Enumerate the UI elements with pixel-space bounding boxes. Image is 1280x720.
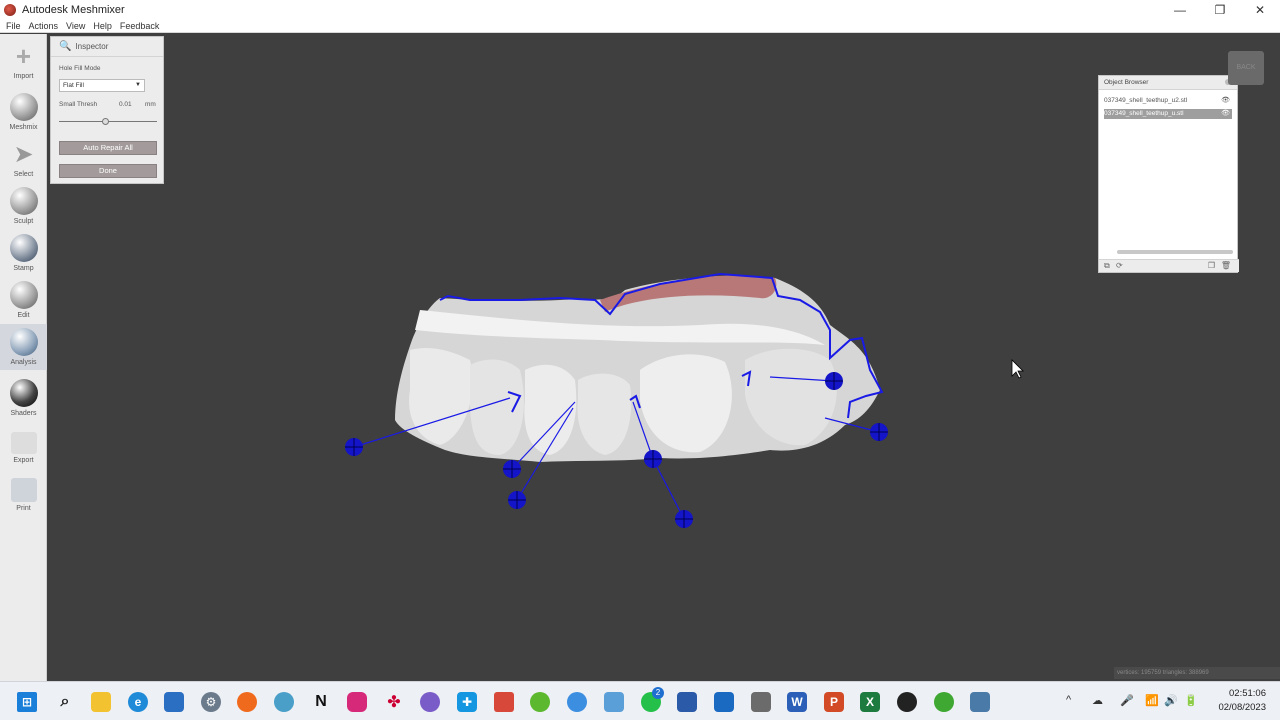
hole-marker[interactable] — [508, 491, 526, 509]
speaker-icon[interactable]: 🔊 — [1164, 694, 1178, 707]
hole-marker[interactable] — [503, 460, 521, 478]
cloud-icon[interactable] — [567, 692, 587, 712]
tool-print[interactable]: Print — [0, 473, 47, 519]
auto-repair-all-button[interactable]: Auto Repair All — [59, 141, 157, 155]
meshmix-icon — [9, 93, 38, 121]
inspector-panel: 🔍 Inspector Hole Fill Mode Flat Fill ▼ S… — [50, 36, 164, 184]
tool-edit[interactable]: Edit — [0, 277, 47, 323]
virtualbox-icon[interactable] — [677, 692, 697, 712]
notion-icon[interactable]: N — [311, 692, 331, 712]
back-button[interactable]: BACK — [1228, 51, 1264, 85]
tool-import[interactable]: + Import — [0, 38, 47, 84]
duplicate-icon[interactable]: ❐ — [1208, 261, 1215, 270]
hole-fill-mode-label: Hole Fill Mode — [59, 65, 101, 72]
utorrent-icon[interactable] — [934, 692, 954, 712]
app-icon[interactable] — [970, 692, 990, 712]
wifi-icon[interactable]: 📶 — [1145, 694, 1159, 707]
chevron-up-icon[interactable]: ^ — [1066, 694, 1071, 706]
tool-shaders[interactable]: Shaders — [0, 375, 47, 421]
system-clock[interactable]: 02:51:06 02/08/2023 — [1218, 687, 1266, 715]
excel-icon[interactable]: X — [860, 692, 880, 712]
app-icon[interactable]: ✤ — [384, 692, 404, 712]
search-icon[interactable]: ⌕ — [55, 692, 75, 712]
tool-stamp[interactable]: Stamp — [0, 230, 47, 276]
export-icon — [10, 432, 37, 454]
powerpoint-icon[interactable]: P — [824, 692, 844, 712]
calendar-icon[interactable] — [751, 692, 771, 712]
meshmixer-taskbar-icon[interactable] — [494, 692, 514, 712]
mesh-scene — [345, 272, 1024, 528]
chevron-down-icon: ▼ — [135, 82, 141, 88]
left-toolbar: + Import Meshmix ➤ Select Sculpt Stamp E… — [0, 34, 47, 681]
file-explorer-icon[interactable] — [91, 692, 111, 712]
inspector-title: Inspector — [75, 42, 109, 51]
stamp-icon — [9, 234, 38, 262]
word-icon[interactable]: W — [787, 692, 807, 712]
plus-icon: + — [15, 40, 32, 71]
done-button[interactable]: Done — [59, 164, 157, 178]
object-browser-panel: Object Browser 037349_shell_teethup_u2.s… — [1098, 75, 1239, 273]
print-icon — [10, 478, 37, 502]
small-thresh-slider-handle[interactable] — [102, 118, 110, 125]
edge-browser-icon[interactable]: e — [128, 692, 148, 712]
battery-icon[interactable]: 🔋 — [1184, 694, 1198, 707]
analysis-icon — [9, 328, 38, 356]
windows-taskbar: ⊞ ⌕ e ⚙ N ✤ ✚ 2 W P X ^ ☁ 🎤 📶 🔊 🔋 02:51:… — [0, 681, 1280, 720]
object-browser-title: Object Browser — [1104, 79, 1149, 86]
sculpt-brush-icon — [9, 187, 38, 215]
object-browser-footer: ⧉ ⟳ ❐ 🗑 — [1099, 259, 1239, 272]
hole-marker[interactable] — [825, 372, 843, 390]
object-list-item[interactable]: 037349_shell_teethup_u.stl 👁 — [1104, 109, 1232, 119]
horizontal-scrollbar[interactable] — [1117, 250, 1233, 254]
app-icon[interactable] — [530, 692, 550, 712]
magnifier-icon: 🔍 — [59, 41, 72, 52]
microphone-icon[interactable]: 🎤 — [1120, 694, 1134, 707]
hole-fill-mode-select[interactable]: Flat Fill ▼ — [59, 79, 145, 92]
small-thresh-value[interactable]: 0.01 — [119, 101, 132, 108]
hole-marker[interactable] — [870, 423, 888, 441]
shaders-icon — [9, 379, 38, 407]
instagram-icon[interactable] — [347, 692, 367, 712]
hole-marker[interactable] — [345, 438, 363, 456]
tool-meshmix[interactable]: Meshmix — [0, 89, 47, 135]
mouse-cursor-icon — [1011, 359, 1024, 379]
app-icon[interactable] — [714, 692, 734, 712]
visibility-eye-icon[interactable]: 👁 — [1221, 109, 1230, 119]
firefox-icon[interactable] — [237, 692, 257, 712]
app-icon[interactable] — [274, 692, 294, 712]
store-icon[interactable] — [164, 692, 184, 712]
select-arrow-icon: ➤ — [13, 140, 34, 168]
tool-sculpt[interactable]: Sculpt — [0, 183, 47, 229]
tool-export[interactable]: Export — [0, 426, 47, 472]
app-icon[interactable] — [604, 692, 624, 712]
edit-icon — [9, 281, 38, 309]
small-thresh-unit: mm — [145, 101, 156, 108]
notification-badge: 2 — [652, 687, 664, 699]
app-icon[interactable] — [420, 692, 440, 712]
app-icon[interactable]: ✚ — [457, 692, 477, 712]
clock-date: 02/08/2023 — [1218, 702, 1266, 713]
tool-analysis[interactable]: Analysis — [0, 324, 47, 370]
onedrive-icon[interactable]: ☁ — [1092, 694, 1103, 707]
hole-marker[interactable] — [675, 510, 693, 528]
settings-gear-icon[interactable]: ⚙ — [201, 692, 221, 712]
app-icon[interactable] — [897, 692, 917, 712]
visibility-eye-icon[interactable]: 👁 — [1221, 96, 1230, 106]
refresh-icon[interactable]: ⟳ — [1116, 261, 1123, 270]
hole-marker[interactable] — [644, 450, 662, 468]
start-windows-icon[interactable]: ⊞ — [17, 692, 37, 712]
add-object-icon[interactable]: ⧉ — [1104, 261, 1110, 271]
tool-select[interactable]: ➤ Select — [0, 136, 47, 182]
small-thresh-label: Small Thresh — [59, 101, 98, 108]
clock-time: 02:51:06 — [1229, 688, 1266, 699]
mesh-stats-status: vertices: 195759 triangles: 388969 — [1114, 667, 1280, 679]
object-list-item[interactable]: 037349_shell_teethup_u2.stl 👁 — [1104, 96, 1232, 106]
trash-icon[interactable]: 🗑 — [1221, 261, 1231, 270]
